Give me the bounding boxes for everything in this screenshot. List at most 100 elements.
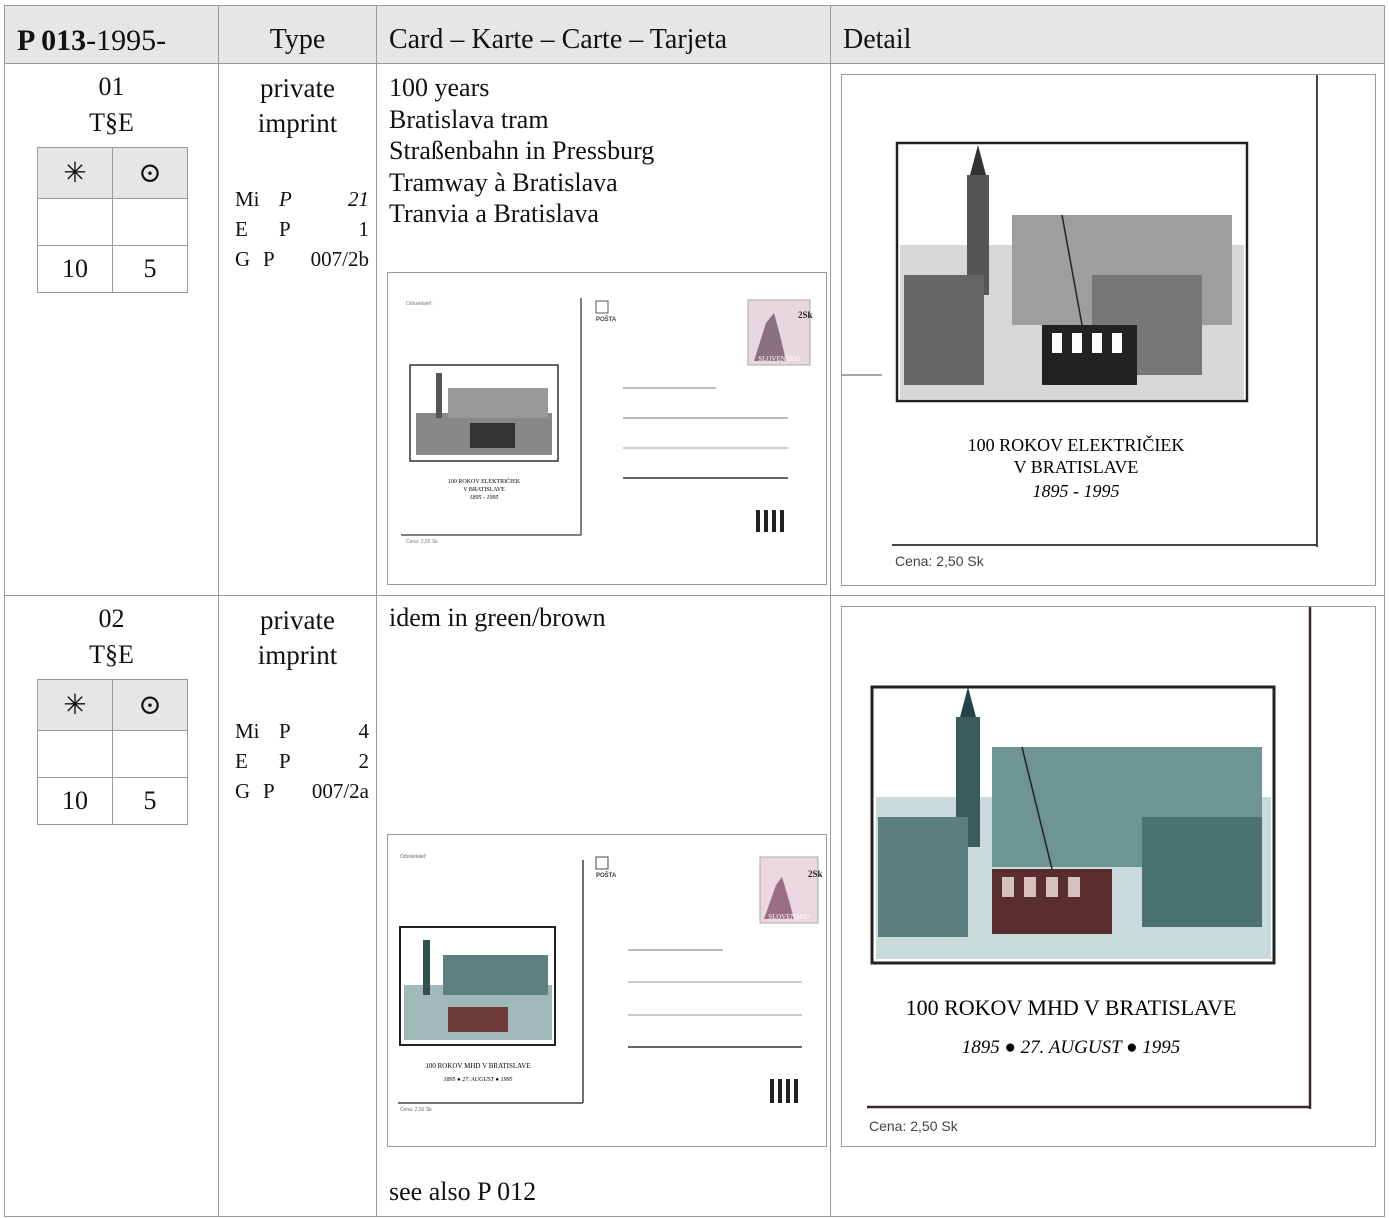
catalog-prefix: P (279, 187, 292, 211)
catalog-prefix: P (279, 217, 291, 241)
mint-price: 10 (37, 777, 113, 825)
stamp-country: SLOVENSKO (758, 355, 800, 363)
row-1-card-cell: 100 years Bratislava tram Straßenbahn in… (376, 63, 831, 596)
used-price: 5 (112, 245, 188, 293)
mint-symbol: ✳ (37, 147, 113, 199)
catalog-name: E (235, 749, 248, 773)
card-caption-line: 100 ROKOV ELEKTRIČIEK (448, 477, 521, 485)
description-line: Straßenbahn in Pressburg (389, 136, 655, 165)
row-code: T§E (89, 108, 134, 137)
stamp-value: 2Sk (808, 869, 823, 879)
detail-caption-line: 1895 ● 27. AUGUST ● 1995 (962, 1037, 1181, 1058)
mint-value (37, 730, 113, 778)
card-caption-line: 1895 ● 27. AUGUST ● 1995 (443, 1077, 512, 1083)
detail-caption-line: 100 ROKOV ELEKTRIČIEK (968, 434, 1185, 455)
detail-drawing: 100 ROKOV MHD V BRATISLAVE 1895 ● 27. AU… (867, 607, 1312, 1134)
detail-caption-line: 100 ROKOV MHD V BRATISLAVE (906, 995, 1237, 1020)
catalog-id: P 013-1995- (17, 24, 166, 58)
card-caption-line: 100 ROKOV MHD V BRATISLAVE (425, 1062, 530, 1070)
description-line: idem in green/brown (389, 603, 606, 632)
row-2-detail-cell: 100 ROKOV MHD V BRATISLAVE 1895 ● 27. AU… (830, 595, 1385, 1217)
description-line: 100 years (389, 73, 490, 102)
catalog-row: E P 2 (235, 746, 369, 776)
detail-price-label: Cena: 2,50 Sk (895, 553, 985, 569)
description-line: Bratislava tram (389, 104, 549, 134)
postcard-image: 100 ROKOV MHD V BRATISLAVE 1895 ● 27. AU… (387, 834, 827, 1147)
row-2-id-cell: 02 T§E ✳ ⊙ 10 5 (4, 595, 219, 1217)
type-line-1: private (260, 73, 335, 103)
description-line: Tranvia a Bratislava (389, 199, 599, 228)
header-type-label: Type (269, 24, 326, 55)
row-1-id-cell: 01 T§E ✳ ⊙ 10 5 (4, 63, 219, 596)
catalog-row: G P 007/2b (235, 244, 369, 274)
card-description: 100 years Bratislava tram Straßenbahn in… (389, 72, 654, 230)
used-price: 5 (112, 777, 188, 825)
row-1-type-cell: private imprint Mi P 21 EP1 G P 007/2b (218, 63, 377, 596)
used-value (112, 730, 188, 778)
row-2-card-cell: idem in green/brown 100 ROKOV MHD V BRAT… (376, 595, 831, 1217)
detail-caption-line: 1895 - 1995 (1033, 481, 1120, 501)
used-symbol: ⊙ (112, 679, 188, 731)
catalog-prefix: P (263, 247, 275, 271)
catalog-row: G P 007/2a (235, 776, 369, 806)
description-line: Tramway à Bratislava (389, 167, 618, 197)
catalog-name: Mi (235, 719, 260, 743)
catalog-num: 007/2a (311, 779, 369, 803)
header-card-cell: Card – Karte – Carte – Tarjeta (376, 5, 831, 64)
type-line-2: imprint (257, 108, 338, 138)
catalog-row: E P 1 (235, 214, 369, 244)
row-number: 02 (98, 604, 125, 633)
sender-label: Odosielateľ: (400, 854, 427, 860)
catalog-numbers: Mi P 21 EP1 G P 007/2b (235, 184, 369, 274)
row-number: 01 (98, 72, 125, 101)
header-detail-cell: Detail (830, 5, 1385, 64)
type-line-2: imprint (257, 640, 338, 670)
detail-drawing: 100 ROKOV ELEKTRIČIEK V BRATISLAVE 1895 … (842, 75, 1318, 569)
mint-symbol: ✳ (37, 679, 113, 731)
catalog-num: 2 (358, 749, 370, 773)
catalog-id-bold: P 013 (17, 24, 87, 57)
stamp-value: 2Sk (798, 310, 813, 320)
catalog-row: Mi P 4 (235, 716, 369, 746)
stamp-country: SLOVENSKO (768, 913, 810, 921)
mint-price: 10 (37, 245, 113, 293)
footer-note: see also P 012 (389, 1177, 537, 1206)
card-description: idem in green/brown (389, 602, 606, 634)
used-value (112, 198, 188, 246)
header-card-label: Card – Karte – Carte – Tarjeta (389, 24, 728, 55)
postcard-image: 100 ROKOV ELEKTRIČIEK V BRATISLAVE 1895 … (387, 272, 827, 585)
catalog-prefix: P (263, 779, 275, 803)
card-price-label: Cena: 2,50 Sk (406, 539, 438, 545)
card-caption-line: 1895 - 1995 (470, 495, 499, 501)
catalog-name: G (235, 247, 251, 271)
price-table: ✳ ⊙ 10 5 (37, 147, 188, 293)
card-caption-line: V BRATISLAVE (463, 487, 505, 493)
mint-value (37, 198, 113, 246)
catalog-row: Mi P 21 (235, 184, 369, 214)
detail-image: 100 ROKOV ELEKTRIČIEK V BRATISLAVE 1895 … (841, 74, 1376, 586)
header-type-cell: Type (218, 5, 377, 64)
used-symbol: ⊙ (112, 147, 188, 199)
postcard-drawing: 100 ROKOV MHD V BRATISLAVE 1895 ● 27. AU… (398, 854, 823, 1113)
row-code: T§E (89, 640, 134, 669)
card-price-label: Cena: 2,50 Sk (400, 1107, 432, 1113)
detail-price-label: Cena: 2,50 Sk (869, 1118, 959, 1134)
row-2-type-cell: private imprint Mi P 4 EP2 G P 007/2a (218, 595, 377, 1217)
type-line-1: private (260, 605, 335, 635)
posta-label: POŠTA (596, 315, 617, 323)
catalog-name: Mi (235, 187, 260, 211)
catalog-num: 007/2b (310, 247, 369, 271)
header-id-cell: P 013-1995- (4, 5, 219, 64)
catalog-numbers: Mi P 4 EP2 G P 007/2a (235, 716, 369, 806)
catalog-num: 21 (348, 187, 369, 211)
catalog-id-rest: -1995- (86, 24, 167, 57)
catalog-num: 4 (358, 719, 370, 743)
catalog-num: 1 (358, 217, 370, 241)
catalog-name: E (235, 217, 248, 241)
catalog-name: G (235, 779, 251, 803)
catalog-prefix: P (279, 719, 291, 743)
price-table: ✳ ⊙ 10 5 (37, 679, 188, 825)
sender-label: Odosielateľ: (406, 301, 433, 307)
postcard-drawing: 100 ROKOV ELEKTRIČIEK V BRATISLAVE 1895 … (401, 298, 813, 545)
catalog-prefix: P (279, 749, 291, 773)
